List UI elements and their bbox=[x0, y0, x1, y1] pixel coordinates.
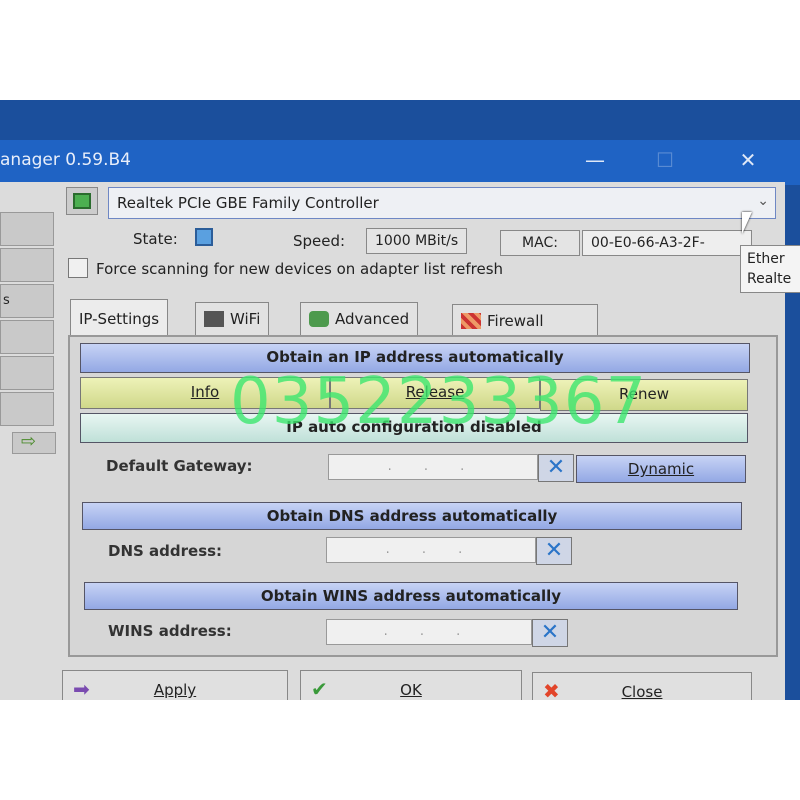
close-label: Close bbox=[621, 683, 663, 700]
clear-dns-icon[interactable]: ✕ bbox=[536, 537, 572, 565]
mouse-cursor-icon bbox=[742, 212, 752, 234]
sidebar: s ⇨ bbox=[0, 212, 56, 532]
network-state-icon bbox=[195, 228, 213, 246]
window-body: s ⇨ Realtek PCIe GBE Family Controller ⌄… bbox=[0, 182, 785, 700]
force-scan-checkbox[interactable] bbox=[68, 258, 88, 278]
close-x-icon: ✖ bbox=[543, 679, 560, 700]
info-label: Info bbox=[190, 383, 220, 401]
arrow-right-icon: ➡ bbox=[73, 677, 90, 700]
speed-value: 1000 MBit/s bbox=[366, 228, 468, 254]
screen-photo: anager 0.59.B4 — ☐ ✕ s ⇨ Realtek PCIe GB… bbox=[0, 100, 800, 700]
window-title: anager 0.59.B4 bbox=[0, 150, 131, 170]
tab-advanced[interactable]: Advanced bbox=[300, 302, 419, 336]
arrow-button[interactable]: ⇨ bbox=[12, 432, 56, 454]
tab-label: IP-Settings bbox=[79, 309, 160, 328]
wins-label: WINS address: bbox=[108, 622, 232, 640]
apply-label: Apply bbox=[153, 681, 197, 699]
tab-label: WiFi bbox=[230, 310, 261, 328]
tooltip-line: Ether bbox=[747, 251, 785, 267]
apply-button[interactable]: ➡ Apply bbox=[62, 670, 288, 700]
speed-label: Speed: bbox=[293, 232, 346, 250]
gateway-input[interactable]: . . . bbox=[328, 454, 538, 480]
dynamic-label: Dynamic bbox=[627, 460, 695, 478]
sidebar-item[interactable] bbox=[0, 248, 54, 282]
tab-ip-settings[interactable]: IP-Settings bbox=[70, 299, 169, 337]
minimize-button[interactable]: — bbox=[580, 148, 610, 172]
wifi-icon bbox=[204, 311, 224, 327]
chevron-down-icon[interactable]: ⌄ bbox=[757, 193, 769, 209]
obtain-ip-toggle[interactable]: Obtain an IP address automatically bbox=[80, 343, 750, 373]
title-bar: anager 0.59.B4 — ☐ ✕ bbox=[0, 140, 800, 185]
obtain-wins-toggle[interactable]: Obtain WINS address automatically bbox=[84, 582, 738, 610]
tab-label: Firewall bbox=[487, 312, 544, 330]
adapter-tooltip: Ether Realte bbox=[740, 245, 800, 293]
tab-firewall[interactable]: Firewall bbox=[452, 304, 598, 338]
refresh-adapter-icon[interactable] bbox=[66, 187, 98, 215]
tab-label: Advanced bbox=[335, 310, 410, 328]
wins-input[interactable]: . . . bbox=[326, 619, 532, 645]
dns-input[interactable]: . . . bbox=[326, 537, 536, 563]
tab-wifi[interactable]: WiFi bbox=[195, 302, 270, 336]
renew-button[interactable]: Renew bbox=[540, 379, 748, 411]
adapter-select[interactable]: Realtek PCIe GBE Family Controller ⌄ bbox=[108, 187, 776, 219]
obtain-dns-toggle[interactable]: Obtain DNS address automatically bbox=[82, 502, 742, 530]
advanced-icon bbox=[309, 311, 329, 327]
close-button[interactable]: ✖ Close bbox=[532, 672, 752, 700]
ip-settings-panel: Obtain an IP address automatically Info … bbox=[68, 335, 778, 657]
dynamic-button[interactable]: Dynamic bbox=[576, 455, 746, 483]
renew-label: Renew bbox=[619, 385, 669, 403]
ok-button[interactable]: ✔ OK bbox=[300, 670, 522, 700]
release-button[interactable]: Release bbox=[330, 377, 540, 409]
dns-label: DNS address: bbox=[108, 542, 223, 560]
auto-config-status: IP auto configuration disabled bbox=[80, 413, 748, 443]
info-button[interactable]: Info bbox=[80, 377, 330, 409]
checkmark-icon: ✔ bbox=[311, 677, 328, 700]
sidebar-item[interactable] bbox=[0, 392, 54, 426]
release-label: Release bbox=[405, 383, 465, 401]
adapter-select-value: Realtek PCIe GBE Family Controller bbox=[117, 194, 379, 212]
gateway-label: Default Gateway: bbox=[106, 457, 253, 475]
force-scan-label: Force scanning for new devices on adapte… bbox=[96, 260, 504, 278]
sidebar-item[interactable] bbox=[0, 320, 54, 354]
sidebar-item[interactable]: s bbox=[0, 284, 54, 318]
mac-label: MAC: bbox=[500, 230, 580, 256]
clear-wins-icon[interactable]: ✕ bbox=[532, 619, 568, 647]
state-label: State: bbox=[133, 230, 178, 248]
sidebar-item[interactable] bbox=[0, 356, 54, 390]
ok-label: OK bbox=[400, 681, 422, 699]
mac-value: 00-E0-66-A3-2F- bbox=[582, 230, 752, 256]
close-window-button[interactable]: ✕ bbox=[733, 148, 763, 172]
sidebar-item[interactable] bbox=[0, 212, 54, 246]
clear-gateway-icon[interactable]: ✕ bbox=[538, 454, 574, 482]
firewall-icon bbox=[461, 313, 481, 329]
tooltip-line: Realte bbox=[747, 271, 792, 287]
maximize-button[interactable]: ☐ bbox=[650, 148, 680, 172]
